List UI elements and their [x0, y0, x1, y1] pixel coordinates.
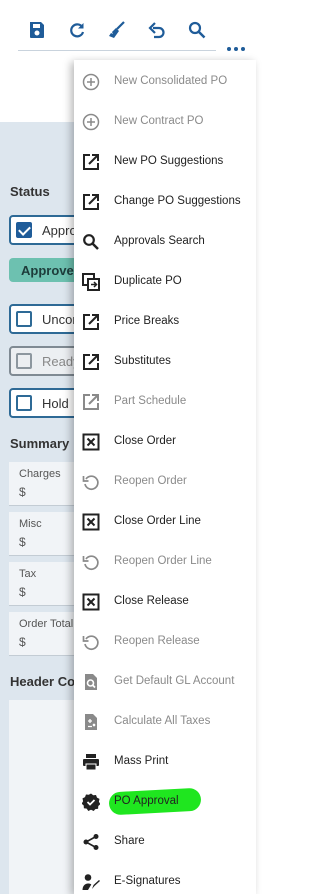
menu-item-label: Price Breaks — [114, 315, 180, 327]
order-total-field: Order Total $ — [9, 612, 79, 656]
status-badge-label: Approved — [21, 263, 79, 278]
header-comments-textarea[interactable] — [9, 700, 79, 894]
calculate-document-icon — [82, 713, 100, 731]
menu-item-label: Substitutes — [114, 355, 171, 367]
misc-field: Misc $ — [9, 512, 79, 556]
open-external-icon — [82, 353, 100, 371]
open-external-icon — [82, 393, 100, 411]
search-icon — [82, 233, 100, 251]
undo-icon[interactable] — [147, 20, 167, 40]
approved-checkbox[interactable]: Approved — [9, 215, 98, 245]
menu-item-reopen-order[interactable]: Reopen Order — [74, 462, 256, 502]
open-external-icon — [82, 313, 100, 331]
search-icon[interactable] — [187, 20, 207, 40]
menu-item-close-order-line[interactable]: Close Order Line — [74, 502, 256, 542]
menu-item-new-po-suggestions[interactable]: New PO Suggestions — [74, 142, 256, 182]
field-label: Order Total — [19, 618, 74, 630]
field-label: Charges — [19, 468, 61, 480]
header-comments-title: Header Comments — [10, 674, 74, 689]
print-icon — [82, 753, 100, 771]
menu-item-e-signatures[interactable]: E-Signatures — [74, 862, 256, 894]
menu-item-label: Approvals Search — [114, 235, 205, 247]
menu-item-close-release[interactable]: Close Release — [74, 582, 256, 622]
menu-item-part-schedule[interactable]: Part Schedule — [74, 382, 256, 422]
toolbar — [0, 0, 256, 60]
menu-item-label: New PO Suggestions — [114, 155, 224, 167]
status-badge: Approved — [9, 258, 79, 282]
menu-item-label: E-Signatures — [114, 875, 181, 887]
menu-item-label: Change PO Suggestions — [114, 195, 241, 207]
refresh-icon[interactable] — [67, 20, 87, 40]
document-search-icon — [82, 673, 100, 691]
reopen-icon — [82, 633, 100, 651]
add-circle-icon — [82, 113, 100, 131]
open-external-icon — [82, 153, 100, 171]
ready-checkbox: Ready — [9, 346, 80, 376]
field-value: $ — [19, 635, 26, 649]
field-value: $ — [19, 535, 26, 549]
menu-item-label: Calculate All Taxes — [114, 715, 211, 727]
clear-icon[interactable] — [107, 20, 127, 40]
charges-field: Charges $ — [9, 462, 79, 506]
menu-item-price-breaks[interactable]: Price Breaks — [74, 302, 256, 342]
close-box-icon — [82, 593, 100, 611]
verified-badge-icon — [82, 793, 100, 811]
open-external-icon — [82, 193, 100, 211]
menu-item-close-order[interactable]: Close Order — [74, 422, 256, 462]
field-value: $ — [19, 585, 26, 599]
field-label: Tax — [19, 568, 37, 580]
hold-checkbox[interactable]: Hold — [9, 388, 79, 418]
menu-item-label: New Consolidated PO — [114, 75, 228, 87]
menu-item-share[interactable]: Share — [74, 822, 256, 862]
menu-item-label: Reopen Order Line — [114, 555, 212, 567]
menu-item-label: Mass Print — [114, 755, 169, 767]
menu-item-get-default-gl-account[interactable]: Get Default GL Account — [74, 662, 256, 702]
menu-item-change-po-suggestions[interactable]: Change PO Suggestions — [74, 182, 256, 222]
menu-item-po-approval[interactable]: PO Approval — [74, 782, 256, 822]
menu-item-label: Part Schedule — [114, 395, 187, 407]
checkbox-icon — [16, 395, 32, 411]
menu-item-mass-print[interactable]: Mass Print — [74, 742, 256, 782]
menu-item-reopen-release[interactable]: Reopen Release — [74, 622, 256, 662]
duplicate-icon — [82, 273, 100, 291]
close-box-icon — [82, 433, 100, 451]
field-label: Misc — [19, 518, 42, 530]
actions-menu: New Consolidated PO New Contract PO New … — [74, 60, 256, 894]
menu-item-duplicate-po[interactable]: Duplicate PO — [74, 262, 256, 302]
menu-item-new-consolidated-po[interactable]: New Consolidated PO — [74, 62, 256, 102]
reopen-icon — [82, 473, 100, 491]
menu-item-label: Close Order — [114, 435, 176, 447]
menu-item-label: Close Release — [114, 595, 189, 607]
tax-field: Tax $ — [9, 562, 79, 606]
signature-icon — [82, 873, 100, 891]
checkbox-label: Hold — [42, 396, 69, 411]
menu-item-approvals-search[interactable]: Approvals Search — [74, 222, 256, 262]
toolbar-divider — [18, 50, 216, 51]
share-icon — [82, 833, 100, 851]
menu-item-label: New Contract PO — [114, 115, 204, 127]
menu-item-reopen-order-line[interactable]: Reopen Order Line — [74, 542, 256, 582]
menu-item-label: Duplicate PO — [114, 275, 182, 287]
reopen-icon — [82, 553, 100, 571]
summary-section-title: Summary — [10, 436, 70, 451]
checkbox-checked-icon — [16, 222, 32, 238]
checkbox-icon — [16, 353, 32, 369]
menu-item-substitutes[interactable]: Substitutes — [74, 342, 256, 382]
menu-item-label: Get Default GL Account — [114, 675, 235, 687]
add-circle-icon — [82, 73, 100, 91]
menu-item-label: Reopen Release — [114, 635, 200, 647]
more-options-button[interactable] — [226, 44, 248, 54]
menu-item-label: Close Order Line — [114, 515, 201, 527]
menu-item-new-contract-po[interactable]: New Contract PO — [74, 102, 256, 142]
field-value: $ — [19, 485, 26, 499]
unconfirmed-checkbox[interactable]: Unconfirmed — [9, 304, 116, 334]
menu-item-label: Share — [114, 835, 145, 847]
checkbox-icon — [16, 311, 32, 327]
menu-item-label: PO Approval — [114, 795, 179, 807]
close-box-icon — [82, 513, 100, 531]
menu-item-label: Reopen Order — [114, 475, 187, 487]
menu-item-calculate-all-taxes[interactable]: Calculate All Taxes — [74, 702, 256, 742]
save-icon[interactable] — [27, 20, 47, 40]
status-section-title: Status — [10, 184, 50, 199]
